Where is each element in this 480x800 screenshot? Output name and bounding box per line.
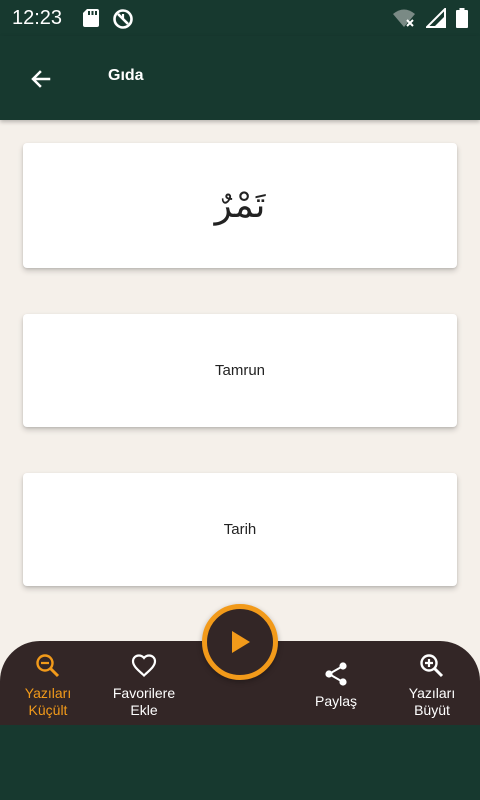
enlarge-text-button[interactable]: Yazıları Büyüt (392, 641, 472, 725)
status-time: 12:23 (12, 7, 63, 29)
favorites-label-1: Favorilere (112, 685, 176, 701)
signal-icon (424, 6, 446, 32)
arabic-word-card[interactable]: تَمْرٌ (23, 143, 457, 268)
transliteration-card[interactable]: Tamrun (23, 314, 457, 427)
status-bar: 12:23 (0, 0, 480, 36)
arabic-word: تَمْرٌ (214, 185, 266, 226)
play-button[interactable] (202, 604, 278, 680)
add-favorite-button[interactable]: Favorilere Ekle (104, 641, 184, 725)
status-left-icons (82, 8, 134, 34)
meaning-card[interactable]: Tarih (23, 473, 457, 586)
wifi-off-icon (392, 8, 416, 32)
system-navigation-area (0, 725, 480, 800)
app-bar: Gıda (0, 36, 480, 120)
share-label: Paylaş (314, 693, 358, 709)
battery-icon (456, 8, 468, 32)
share-button[interactable]: Paylaş (296, 641, 376, 725)
shrink-text-label-2: Küçült (28, 702, 68, 718)
meaning-text: Tarih (223, 521, 257, 538)
share-icon (325, 662, 347, 686)
sd-card-icon (82, 8, 100, 34)
back-button[interactable] (26, 64, 56, 94)
zoom-out-icon (36, 654, 60, 678)
zoom-in-icon (420, 654, 444, 678)
transliteration-text: Tamrun (214, 362, 266, 379)
sync-off-icon (112, 8, 134, 34)
shrink-text-button[interactable]: Yazıları Küçült (8, 641, 88, 725)
page-title: Gıda (108, 67, 144, 84)
shrink-text-label-1: Yazıları (24, 685, 72, 701)
enlarge-text-label-1: Yazıları (408, 685, 456, 701)
favorites-label-2: Ekle (130, 702, 158, 718)
status-right-icons (392, 6, 468, 32)
play-icon (232, 631, 250, 653)
enlarge-text-label-2: Büyüt (414, 702, 450, 718)
heart-outline-icon (131, 654, 157, 678)
arrow-back-icon (31, 70, 51, 88)
